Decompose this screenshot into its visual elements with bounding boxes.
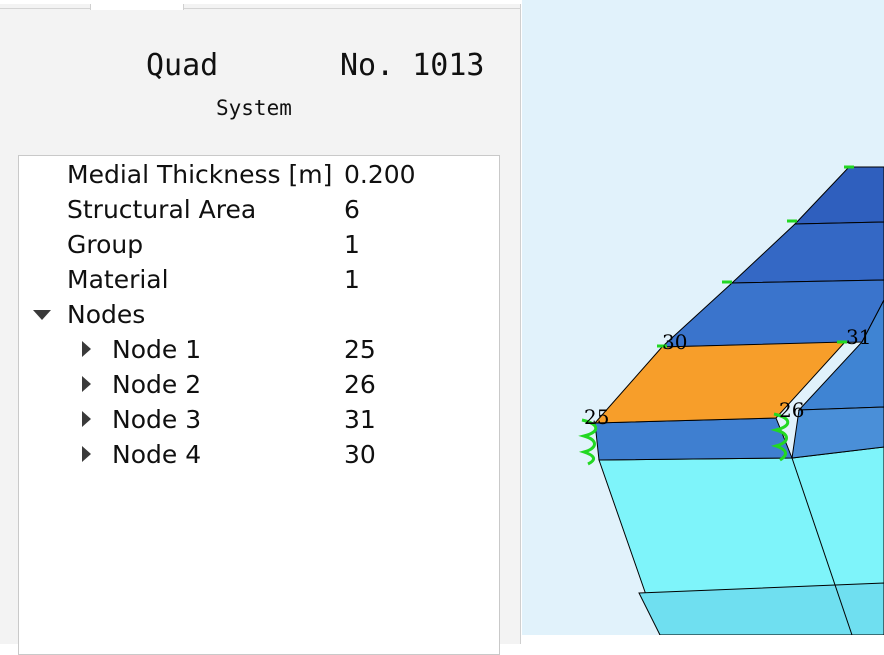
- node-row[interactable]: Node 4 30: [19, 437, 499, 472]
- model-canvas[interactable]: 30 31 25 26: [522, 0, 884, 635]
- node-value: 25: [344, 335, 376, 364]
- node-value: 31: [344, 405, 376, 434]
- shell-element[interactable]: [730, 221, 884, 284]
- panel-tab[interactable]: [90, 4, 184, 10]
- node-label-25: 25: [584, 405, 609, 429]
- nodes-group-label: Nodes: [67, 300, 146, 329]
- property-value: 1: [344, 230, 360, 259]
- property-tree[interactable]: Medial Thickness [m] 0.200 Structural Ar…: [18, 155, 500, 655]
- node-label: Node 1: [112, 335, 202, 364]
- node-label: Node 4: [112, 440, 202, 469]
- shell-element[interactable]: [793, 166, 884, 225]
- node-row[interactable]: Node 3 31: [19, 402, 499, 437]
- element-subtitle: System: [216, 96, 292, 120]
- properties-panel: Quad No. 1013 System Medial Thickness [m…: [0, 4, 521, 655]
- node-value: 30: [344, 440, 376, 469]
- node-label: Node 3: [112, 405, 202, 434]
- property-row[interactable]: Material 1: [19, 262, 499, 297]
- property-value: 0.200: [344, 160, 416, 189]
- property-label: Group: [67, 230, 144, 259]
- node-row[interactable]: Node 1 25: [19, 332, 499, 367]
- node-value: 26: [344, 370, 376, 399]
- property-value: 1: [344, 265, 360, 294]
- property-row[interactable]: Medial Thickness [m] 0.200: [19, 157, 499, 192]
- nodes-group-row[interactable]: Nodes: [19, 297, 499, 332]
- node-row[interactable]: Node 2 26: [19, 367, 499, 402]
- property-label: Structural Area: [67, 195, 257, 224]
- panel-divider: [0, 8, 521, 9]
- element-number: No. 1013: [340, 48, 485, 83]
- node-label-26: 26: [779, 398, 804, 422]
- node-label-31: 31: [846, 325, 871, 349]
- element-type-title: Quad: [146, 48, 219, 83]
- property-row[interactable]: Group 1: [19, 227, 499, 262]
- property-label: Material: [67, 265, 169, 294]
- node-label-30: 30: [662, 330, 687, 354]
- node-label: Node 2: [112, 370, 202, 399]
- property-value: 6: [344, 195, 360, 224]
- model-viewport[interactable]: 30 31 25 26: [522, 0, 884, 635]
- property-label: Medial Thickness [m]: [67, 160, 333, 189]
- shell-element[interactable]: [594, 417, 793, 461]
- property-row[interactable]: Structural Area 6: [19, 192, 499, 227]
